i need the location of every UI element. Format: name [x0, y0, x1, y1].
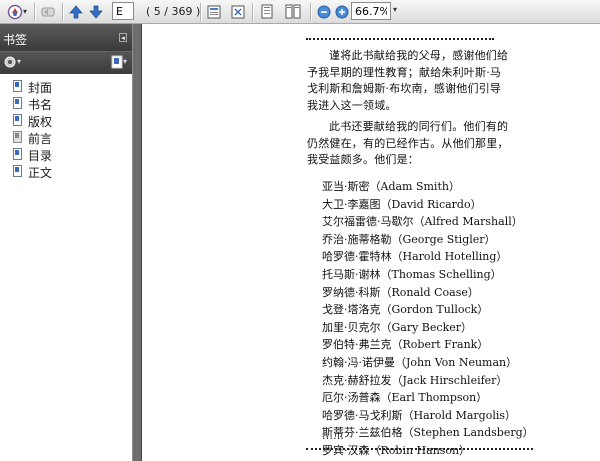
- bookmark-item-cover[interactable]: 封面: [0, 78, 132, 95]
- bookmark-label: 书名: [28, 98, 53, 112]
- page-count-label: ( 5 / 369 ): [146, 5, 201, 18]
- two-page-icon: [285, 4, 301, 19]
- bottom-dotted-rule: [306, 448, 533, 450]
- dedication-line: 戈利斯和詹姆斯·布坎南，感谢他们引导: [307, 82, 502, 95]
- bookmark-item-contents[interactable]: 目录: [0, 146, 132, 163]
- zoom-in-icon: [335, 5, 349, 18]
- hand-tool-icon: [7, 4, 23, 19]
- names-list: 亚当·斯密（Adam Smith） 大卫·李嘉图（David Ricardo） …: [322, 178, 534, 460]
- fit-page-button[interactable]: [229, 3, 247, 20]
- bookmarks-panel: 书签 ◂ ▾ ▾ 封面 书名 版权 前言 目录 正文: [0, 24, 133, 461]
- collapse-panel-button[interactable]: ◂: [119, 33, 127, 42]
- bookmarks-panel-header: 书签 ◂: [0, 24, 132, 51]
- dedication-line: 我受益颇多。他们是：: [307, 153, 419, 166]
- bookmark-label: 封面: [28, 81, 53, 95]
- list-item: 哈罗德·霍特林（Harold Hotelling）: [322, 250, 508, 264]
- zoom-out-icon: [317, 5, 331, 18]
- list-item: 亚当·斯密（Adam Smith）: [322, 180, 460, 193]
- dedication-line: 我进入这一领域。: [307, 98, 397, 112]
- list-item: 艾尔福雷德·马歇尔（Alfred Marshall）: [322, 215, 523, 229]
- dedication-line: 仍然健在，有的已经作古。从他们那里，: [307, 136, 509, 150]
- bookmark-icon: [13, 148, 22, 160]
- zoom-in-button[interactable]: [334, 3, 350, 20]
- list-item: 大卫·李嘉图（David Ricardo）: [322, 197, 482, 211]
- list-item: 罗纳德·科斯（Ronald Coase）: [322, 285, 479, 299]
- list-item: 厄尔·汤普森（Earl Thompson）: [322, 391, 488, 405]
- list-item: 哈罗德·马戈利斯（Harold Margolis）: [322, 408, 517, 422]
- nav-back-button[interactable]: [38, 3, 58, 20]
- chevron-down-icon: ▾: [123, 57, 128, 66]
- bookmark-options-button[interactable]: ▾: [3, 55, 21, 69]
- dedication-line: 予我早期的理性教育；献给朱利叶斯·马: [307, 65, 502, 79]
- arrow-down-icon: [89, 5, 103, 19]
- top-dotted-rule: [306, 38, 494, 40]
- bookmarks-tools-bar: ▾ ▾: [0, 51, 132, 74]
- tools-menu-button[interactable]: ▾: [3, 3, 31, 20]
- gear-icon: [4, 56, 16, 68]
- list-item: 斯蒂芬·兰兹伯格（Stephen Landsberg）: [322, 426, 534, 440]
- bookmark-label: 版权: [28, 115, 53, 129]
- dedication-paragraph-1: 谨将此书献给我的父母，感谢他们给 予我早期的理性教育；献给朱利叶斯·马 戈利斯和…: [307, 48, 508, 114]
- zoom-out-button[interactable]: [316, 3, 332, 20]
- bookmark-item-preface[interactable]: 前言: [0, 129, 132, 146]
- list-item: 托马斯·谢林（Thomas Schelling）: [322, 267, 502, 281]
- bookmark-item-copyright[interactable]: 版权: [0, 112, 132, 129]
- fit-width-icon: [207, 5, 221, 18]
- bookmark-page-icon: [111, 55, 123, 69]
- bookmark-item-title[interactable]: 书名: [0, 95, 132, 112]
- bookmark-icon: [13, 165, 22, 177]
- zoom-dropdown-chevron-icon[interactable]: ▾: [393, 6, 397, 14]
- fit-page-icon: [231, 5, 245, 18]
- bookmarks-panel-title: 书签: [3, 33, 28, 47]
- list-item: 罗伯特·弗兰克（Robert Frank）: [322, 338, 489, 352]
- next-page-button[interactable]: [87, 3, 105, 20]
- previous-page-button[interactable]: [67, 3, 85, 20]
- list-item: 加里·贝克尔（Gary Becker）: [322, 320, 472, 334]
- page-number-input[interactable]: [112, 2, 134, 20]
- single-page-icon: [261, 4, 273, 19]
- single-page-view-button[interactable]: [258, 3, 276, 20]
- list-item: 杰克·赫舒拉发（Jack Hirschleifer）: [322, 373, 508, 387]
- bookmark-icon-dimmed: [13, 131, 22, 143]
- fit-width-button[interactable]: [205, 3, 223, 20]
- bookmark-item-main-text[interactable]: 正文: [0, 163, 132, 180]
- bookmark-label: 前言: [28, 132, 53, 146]
- bookmarks-list: 封面 书名 版权 前言 目录 正文: [0, 74, 132, 180]
- list-ellipsis: ……: [322, 429, 344, 442]
- list-item: 乔治·施蒂格勒（George Stigler）: [322, 232, 496, 246]
- bookmark-icon: [13, 97, 22, 109]
- bookmark-label: 正文: [28, 166, 53, 180]
- bookmark-label: 目录: [28, 149, 53, 163]
- arrow-up-icon: [69, 4, 83, 18]
- bookmark-icon: [13, 114, 22, 126]
- back-hand-icon: [41, 7, 55, 16]
- chevron-down-icon: ▾: [22, 6, 27, 16]
- chevron-down-icon: ▾: [17, 57, 22, 66]
- two-page-view-button[interactable]: [283, 3, 303, 20]
- dedication-line: 谨将此书献给我的父母，感谢他们给: [329, 49, 509, 62]
- toolbar: ▾ ( 5 / 369 ): [0, 0, 600, 24]
- zoom-level-input[interactable]: [351, 2, 391, 20]
- list-item: 戈登·塔洛克（Gordon Tullock）: [322, 303, 489, 317]
- document-viewport[interactable]: 谨将此书献给我的父母，感谢他们给 予我早期的理性教育；献给朱利叶斯·马 戈利斯和…: [133, 24, 600, 461]
- document-page: 谨将此书献给我的父母，感谢他们给 予我早期的理性教育；献给朱利叶斯·马 戈利斯和…: [141, 24, 600, 461]
- dedication-paragraph-2: 此书还要献给我的同行们。他们有的 仍然健在，有的已经作古。从他们那里， 我受益颇…: [307, 119, 509, 169]
- dedication-line: 此书还要献给我的同行们。他们有的: [329, 120, 509, 133]
- bookmark-icon: [13, 80, 22, 92]
- list-item: 约翰·冯·诺伊曼（John Von Neuman）: [322, 355, 518, 369]
- list-item: 罗宾·汉森（Robin Hanson）: [322, 443, 471, 457]
- expand-bookmark-button[interactable]: ▾: [111, 55, 127, 69]
